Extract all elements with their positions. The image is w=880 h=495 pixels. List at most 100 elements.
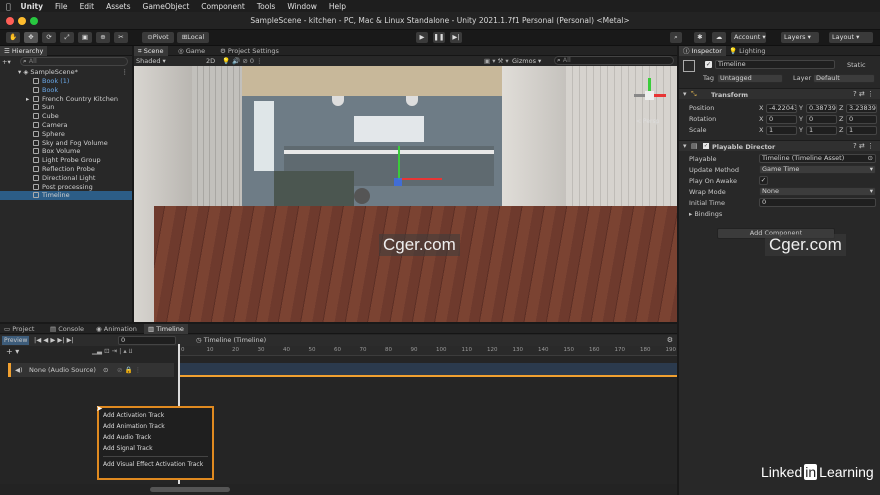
- layer-dropdown[interactable]: Default: [813, 74, 875, 83]
- 2d-toggle[interactable]: 2D: [206, 57, 215, 65]
- initial-time-input[interactable]: 0: [759, 198, 876, 207]
- scene-viewport[interactable]: < Persp Cger.com: [134, 66, 677, 322]
- frame-input[interactable]: 0: [118, 336, 176, 345]
- menu-add-vfx-activation-track[interactable]: Add Visual Effect Activation Track: [99, 459, 212, 470]
- playback-controls[interactable]: |◀ ◀ ▶ ▶| ▶|: [34, 336, 74, 344]
- rotation-y-input[interactable]: 0: [806, 115, 837, 124]
- tab-project-settings[interactable]: ⚙ Project Settings: [216, 46, 283, 56]
- menu-help[interactable]: Help: [329, 2, 346, 11]
- add-track-button[interactable]: + ▾: [6, 347, 19, 356]
- active-checkbox[interactable]: ✓: [705, 61, 712, 68]
- hand-tool-icon[interactable]: ✋: [6, 32, 20, 43]
- tab-inspector[interactable]: ⓘ Inspector: [679, 46, 726, 56]
- hierarchy-item[interactable]: Camera: [0, 121, 132, 130]
- menu-gameobject[interactable]: GameObject: [143, 2, 190, 11]
- scale-y-input[interactable]: 1: [806, 126, 837, 135]
- preview-toggle[interactable]: Preview: [2, 336, 30, 345]
- position-y-input[interactable]: 0.38739: [806, 104, 837, 113]
- hierarchy-item[interactable]: Sky and Fog Volume: [0, 139, 132, 148]
- menu-component[interactable]: Component: [201, 2, 245, 11]
- rect-tool-icon[interactable]: ▣: [78, 32, 92, 43]
- timeline-settings-icon[interactable]: ⚙: [667, 336, 673, 344]
- apple-icon[interactable]: : [6, 2, 11, 11]
- play-button[interactable]: ▶: [416, 32, 428, 43]
- menu-file[interactable]: File: [55, 2, 68, 11]
- collab-icon[interactable]: ✱: [694, 32, 706, 43]
- tab-project[interactable]: ▭ Project: [0, 324, 38, 334]
- persp-label[interactable]: < Persp: [636, 118, 659, 125]
- local-toggle[interactable]: ⊞Local: [177, 32, 209, 43]
- gizmos-dropdown[interactable]: Gizmos ▾: [512, 57, 541, 65]
- transform-header[interactable]: ▾ ⤡ Transform ? ⇄ ⋮: [679, 88, 880, 99]
- menu-edit[interactable]: Edit: [80, 2, 95, 11]
- menu-add-audio-track[interactable]: Add Audio Track: [99, 432, 212, 443]
- component-menu-icon[interactable]: ? ⇄ ⋮: [853, 142, 874, 150]
- audio-track-lane[interactable]: [180, 363, 677, 377]
- gizmo-y-axis[interactable]: [398, 146, 400, 180]
- transform-tool-icon[interactable]: ⊕: [96, 32, 110, 43]
- hierarchy-item[interactable]: Directional Light: [0, 174, 132, 183]
- tab-timeline[interactable]: ▥ Timeline: [144, 324, 188, 334]
- gizmo-x-axis[interactable]: [400, 178, 442, 180]
- add-object-button[interactable]: +▾: [2, 58, 12, 66]
- step-button[interactable]: ▶|: [450, 32, 462, 43]
- hierarchy-item[interactable]: Book (1): [0, 77, 132, 86]
- position-z-input[interactable]: 3.23839: [846, 104, 877, 113]
- menu-window[interactable]: Window: [287, 2, 317, 11]
- hierarchy-item[interactable]: Sun: [0, 103, 132, 112]
- tab-hierarchy[interactable]: ☰ Hierarchy: [0, 46, 48, 56]
- scene-view-toggles[interactable]: 💡 🔊 ⊘ 0 ⋮: [222, 57, 263, 65]
- move-tool-icon[interactable]: ✥: [24, 32, 38, 43]
- menu-add-animation-track[interactable]: Add Animation Track: [99, 421, 212, 432]
- app-menu[interactable]: Unity: [21, 2, 43, 11]
- hierarchy-item[interactable]: Book: [0, 86, 132, 95]
- audio-track-header[interactable]: ◀) None (Audio Source) ⊙ ⊘ 🔒 ⋮: [8, 363, 174, 377]
- update-method-dropdown[interactable]: Game Time ▾: [759, 165, 876, 174]
- cloud-icon[interactable]: ☁: [712, 32, 726, 43]
- object-name-input[interactable]: Timeline: [715, 60, 835, 69]
- object-picker-icon[interactable]: ⊙: [103, 366, 108, 374]
- hierarchy-item[interactable]: Sphere: [0, 130, 132, 139]
- gizmo-z-axis[interactable]: [394, 178, 402, 186]
- tab-console[interactable]: ▤ Console: [46, 324, 88, 334]
- static-toggle[interactable]: Static: [847, 61, 866, 69]
- scene-root-item[interactable]: ▾ ◈ SampleScene* ⋮: [18, 68, 132, 77]
- position-x-input[interactable]: -4.22043: [766, 104, 797, 113]
- hierarchy-item[interactable]: Light Probe Group: [0, 156, 132, 165]
- play-on-awake-checkbox[interactable]: ✓: [759, 176, 768, 185]
- scale-z-input[interactable]: 1: [846, 126, 877, 135]
- tab-game[interactable]: ◎ Game: [174, 46, 209, 56]
- component-enabled-checkbox[interactable]: ✓: [703, 143, 709, 149]
- playable-director-header[interactable]: ▾ ▤ ✓ Playable Director ? ⇄ ⋮: [679, 140, 880, 151]
- account-dropdown[interactable]: Account ▾: [731, 32, 766, 43]
- menu-add-signal-track[interactable]: Add Signal Track: [99, 443, 212, 454]
- scene-camera-icon[interactable]: ▣ ▾ ⚒ ▾: [484, 57, 509, 65]
- hierarchy-item[interactable]: ▸ French Country Kitchen: [0, 95, 132, 104]
- hierarchy-item[interactable]: Timeline: [0, 191, 132, 201]
- menu-add-activation-track[interactable]: Add Activation Track: [99, 410, 212, 421]
- layers-dropdown[interactable]: Layers ▾: [781, 32, 819, 43]
- tab-scene[interactable]: ⌗ Scene: [134, 46, 168, 56]
- pause-button[interactable]: ❚❚: [433, 32, 445, 43]
- wrap-mode-dropdown[interactable]: None ▾: [759, 187, 876, 196]
- shading-dropdown[interactable]: Shaded ▾: [136, 57, 166, 65]
- track-toolbar-icons[interactable]: ▁▃ ⊡ ⇥ | ▴ ⫫: [92, 347, 132, 356]
- scale-x-input[interactable]: 1: [766, 126, 797, 135]
- hierarchy-item[interactable]: Cube: [0, 112, 132, 121]
- scene-search-input[interactable]: ⌕ All: [554, 56, 674, 65]
- menu-assets[interactable]: Assets: [106, 2, 130, 11]
- tag-dropdown[interactable]: Untagged: [717, 74, 783, 83]
- pivot-toggle[interactable]: ⊙Pivot: [142, 32, 174, 43]
- hierarchy-item[interactable]: Reflection Probe: [0, 165, 132, 174]
- scale-tool-icon[interactable]: ⤢: [60, 32, 74, 43]
- tab-animation[interactable]: ◉ Animation: [92, 324, 141, 334]
- layout-dropdown[interactable]: Layout ▾: [829, 32, 873, 43]
- tab-lighting[interactable]: 💡 Lighting: [725, 46, 769, 56]
- search-icon[interactable]: ⌕: [670, 32, 682, 43]
- bindings-foldout[interactable]: ▸ Bindings: [689, 209, 722, 219]
- rotate-tool-icon[interactable]: ⟳: [42, 32, 56, 43]
- orientation-gizmo[interactable]: [632, 78, 668, 114]
- component-menu-icon[interactable]: ? ⇄ ⋮: [853, 90, 874, 98]
- rotation-z-input[interactable]: 0: [846, 115, 877, 124]
- hierarchy-search-input[interactable]: ⌕ All: [20, 57, 128, 66]
